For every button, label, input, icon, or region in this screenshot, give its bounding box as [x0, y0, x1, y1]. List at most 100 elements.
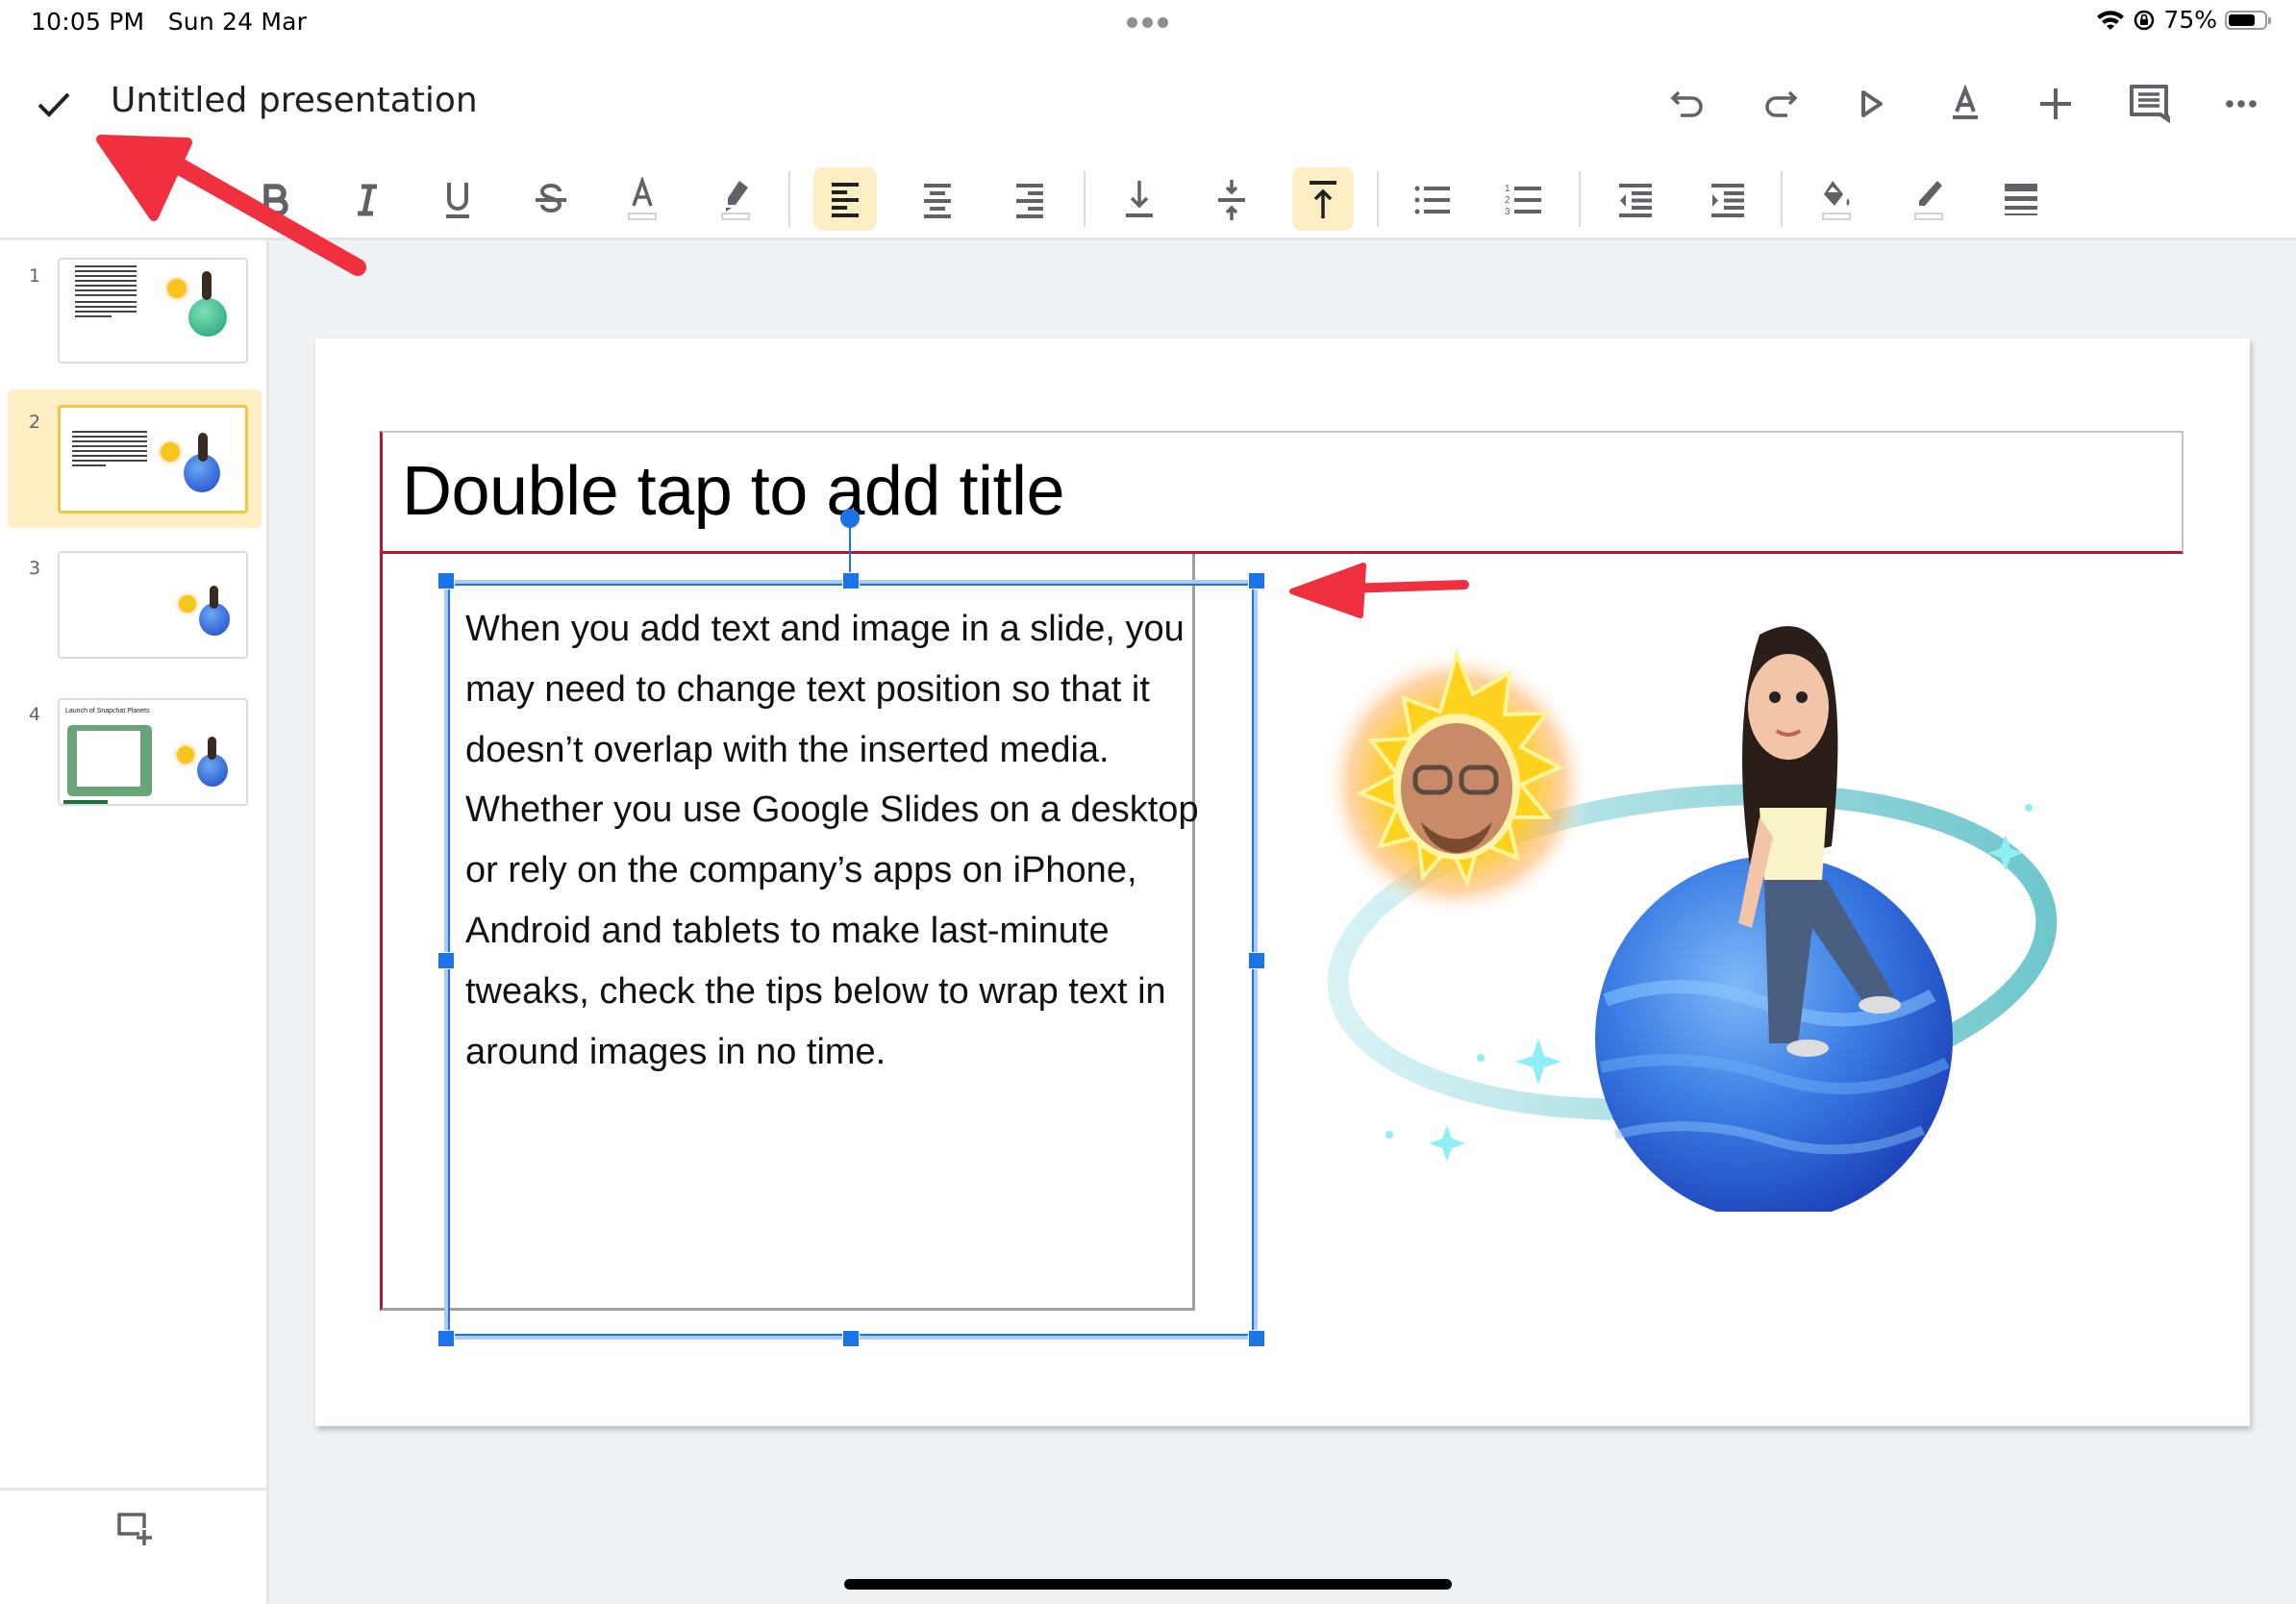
text-color-icon: [628, 177, 657, 220]
undo-icon: [1670, 90, 1703, 117]
highlighter-icon: [721, 181, 750, 220]
battery-percent: 75%: [2163, 6, 2217, 34]
vertical-align-top-button[interactable]: [1292, 167, 1354, 231]
numbered-list-button[interactable]: 123: [1495, 171, 1553, 229]
title-placeholder-text[interactable]: Double tap to add title: [402, 452, 1065, 531]
border-weight-button[interactable]: [1992, 171, 2050, 229]
bitmoji-illustration[interactable]: [1308, 615, 2077, 1212]
rotate-handle[interactable]: [840, 509, 860, 528]
thumbnail-preview: [58, 405, 248, 514]
body-text-line: Whether you use Google Slides on a deskt…: [465, 789, 1199, 831]
body-text-line: When you add text and image in a slide, …: [465, 609, 1185, 649]
orientation-lock-icon: [2134, 10, 2155, 30]
body-text-line: may need to change text position so that…: [465, 668, 1150, 710]
avatar-icon: [198, 433, 208, 462]
border-color-icon: [1914, 181, 1943, 220]
text-color-button[interactable]: [613, 171, 671, 229]
toolbar-divider: [1377, 171, 1379, 227]
resize-handle-bottom[interactable]: [842, 1330, 860, 1347]
resize-handle-bottom-left[interactable]: [437, 1330, 455, 1347]
vertical-align-middle-icon: [1218, 180, 1245, 220]
add-slide-icon: [117, 1513, 152, 1545]
svg-text:1: 1: [1505, 184, 1510, 194]
bulleted-list-button[interactable]: [1404, 171, 1461, 229]
body-text-line: doesn’t overlap with the inserted media.: [465, 729, 1110, 770]
sun-icon: [161, 442, 180, 462]
svg-text:3: 3: [1505, 207, 1510, 217]
strikethrough-button[interactable]: [522, 171, 580, 229]
text-format-icon: [1953, 85, 1978, 119]
align-right-icon: [1016, 184, 1043, 218]
sun-icon: [177, 746, 194, 764]
decrease-indent-button[interactable]: [1607, 171, 1664, 229]
highlight-color-button[interactable]: [707, 171, 764, 229]
underline-button[interactable]: [429, 171, 487, 229]
more-horizontal-icon: [2226, 100, 2257, 108]
present-button[interactable]: [1844, 77, 1898, 131]
vertical-align-bottom-button[interactable]: [1111, 171, 1168, 229]
plus-icon: [2040, 88, 2071, 119]
add-slide-button[interactable]: [108, 1502, 160, 1554]
increase-indent-icon: [1711, 184, 1744, 217]
redo-button[interactable]: [1753, 77, 1807, 131]
thumbnail-preview: [58, 551, 248, 659]
fill-color-button[interactable]: [1808, 171, 1865, 229]
align-center-icon: [924, 184, 951, 218]
avatar-icon: [210, 586, 218, 609]
annotation-arrow-to-text-box: [1289, 563, 1469, 618]
vertical-align-middle-button[interactable]: [1203, 171, 1260, 229]
body-text[interactable]: When you add text and image in a slide, …: [465, 599, 1263, 1082]
body-text-line: Android and tablets to make last-minute: [465, 910, 1110, 951]
border-weight-icon: [2005, 184, 2037, 215]
wifi-icon: [2097, 10, 2125, 30]
vertical-align-top-icon: [1310, 181, 1336, 218]
thumbnail-preview: Launch of Snapchat Planets: [58, 698, 248, 806]
align-right-button[interactable]: [1001, 171, 1059, 229]
body-text-line: or rely on the company’s apps on iPhone,: [465, 850, 1137, 891]
thumbnail-green-box: [67, 725, 152, 796]
align-left-button[interactable]: [813, 167, 877, 231]
decrease-indent-icon: [1619, 184, 1652, 217]
strikethrough-icon: [536, 184, 566, 213]
thumbnail-progress-bar: [63, 800, 108, 804]
resize-handle-bottom-right[interactable]: [1248, 1330, 1265, 1347]
undo-button[interactable]: [1661, 77, 1715, 131]
numbered-list-icon: 123: [1505, 184, 1541, 217]
vertical-align-bottom-icon: [1126, 181, 1153, 217]
border-color-button[interactable]: [1900, 171, 1958, 229]
align-center-button[interactable]: [909, 171, 966, 229]
insert-button[interactable]: [2029, 77, 2083, 131]
avatar-icon: [208, 737, 216, 760]
svg-text:2: 2: [1505, 195, 1510, 206]
annotation-arrow-to-checkmark: [96, 135, 366, 276]
multitasking-dots[interactable]: [1127, 17, 1168, 28]
resize-handle-top-right[interactable]: [1248, 572, 1265, 589]
bulleted-list-icon: [1414, 186, 1450, 214]
sun-icon: [179, 595, 196, 613]
comments-button[interactable]: [2122, 77, 2176, 131]
toolbar-divider: [1579, 171, 1581, 227]
sidebar-divider: [0, 1488, 266, 1491]
underline-icon: [446, 183, 469, 218]
sun-icon: [1322, 647, 1591, 918]
resize-handle-left[interactable]: [437, 952, 455, 969]
more-button[interactable]: [2214, 77, 2268, 131]
text-format-button[interactable]: [1938, 77, 1992, 131]
resize-handle-top[interactable]: [842, 572, 860, 589]
body-text-line: tweaks, check the tips below to wrap tex…: [465, 970, 1166, 1012]
fill-color-icon: [1822, 181, 1851, 220]
body-text-line: around images in no time.: [465, 1031, 886, 1072]
slide-number: 2: [29, 412, 41, 433]
align-left-icon: [832, 183, 859, 217]
toolbar-divider: [1084, 171, 1086, 227]
slide-number: 3: [29, 558, 41, 579]
home-indicator[interactable]: [844, 1579, 1452, 1590]
toolbar-divider: [788, 171, 790, 227]
slide-number: 4: [29, 704, 41, 725]
thumbnail-title: Launch of Snapchat Planets: [65, 708, 150, 714]
increase-indent-button[interactable]: [1699, 171, 1757, 229]
toolbar-divider: [1781, 171, 1783, 227]
battery-icon: [2225, 10, 2271, 30]
redo-icon: [1765, 90, 1798, 117]
resize-handle-top-left[interactable]: [437, 572, 455, 589]
